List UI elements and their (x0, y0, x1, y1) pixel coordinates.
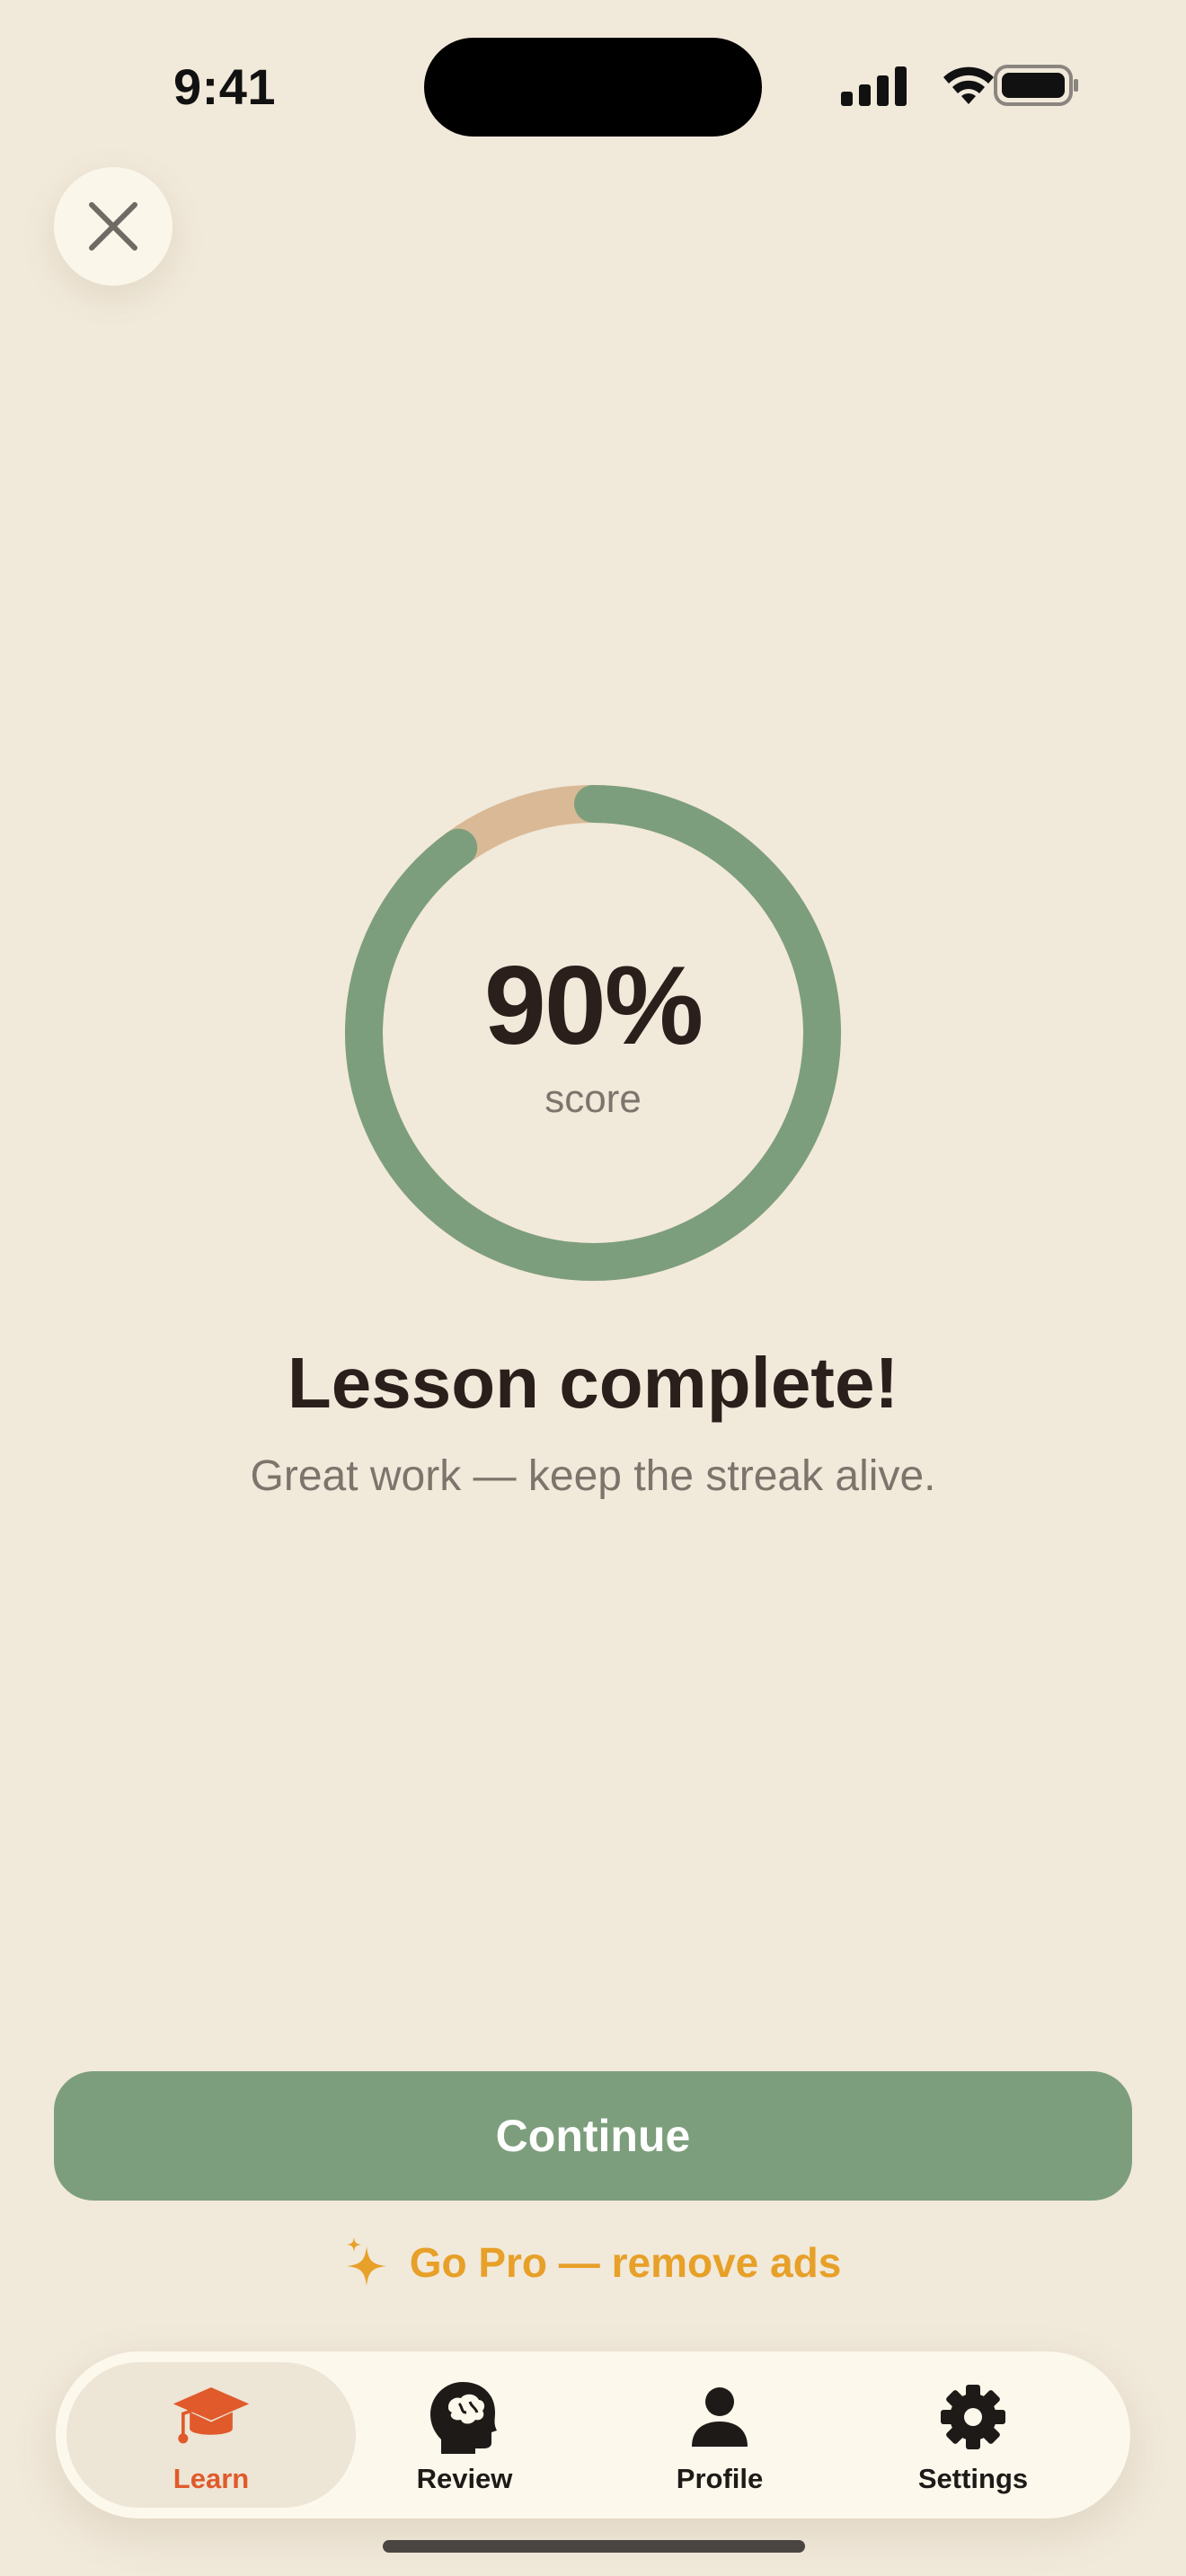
home-indicator (383, 2540, 805, 2553)
close-icon (89, 202, 137, 251)
tab-settings[interactable]: Settings (845, 2362, 1102, 2508)
continue-button[interactable]: Continue (54, 2071, 1132, 2201)
battery-icon (994, 65, 1078, 106)
tab-learn-label: Learn (173, 2463, 250, 2494)
lesson-complete-title: Lesson complete! (287, 1343, 899, 1423)
tab-learn[interactable]: Learn (66, 2362, 356, 2508)
close-button[interactable] (54, 167, 173, 286)
graduation-cap-icon (172, 2380, 251, 2454)
tab-review-label: Review (416, 2463, 513, 2494)
dynamic-island (424, 38, 762, 137)
go-pro-label: Go Pro — remove ads (409, 2239, 842, 2286)
tab-bar: Learn Review Profile Settings (56, 2351, 1130, 2519)
status-time: 9:41 (173, 58, 277, 115)
score-label: score (544, 1077, 642, 1121)
tab-settings-label: Settings (917, 2463, 1029, 2494)
go-pro-link[interactable]: Go Pro — remove ads (0, 2235, 1186, 2290)
tab-review[interactable]: Review (336, 2362, 593, 2508)
sparkles-icon (346, 2237, 386, 2286)
wifi-icon (943, 66, 994, 104)
cellular-signal-icon (841, 66, 907, 106)
tab-profile[interactable]: Profile (591, 2362, 848, 2508)
brain-head-icon (425, 2380, 504, 2454)
person-icon (680, 2380, 759, 2454)
gear-icon (934, 2380, 1013, 2454)
score-value: 90% (483, 944, 704, 1068)
tab-profile-label: Profile (676, 2463, 764, 2494)
status-icons (837, 63, 1080, 108)
lesson-complete-subtitle: Great work — keep the streak alive. (250, 1452, 936, 1500)
